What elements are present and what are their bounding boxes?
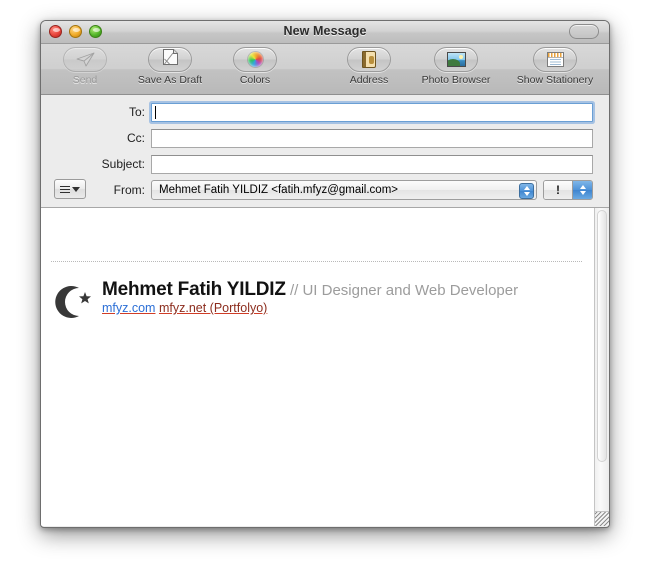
address-button-face [347, 47, 391, 72]
to-input[interactable] [151, 102, 593, 122]
priority-label: ! [544, 181, 573, 199]
toolbar: Send Save As Draft Colors Address Photo … [41, 44, 609, 95]
save-as-draft-button-label: Save As Draft [137, 74, 203, 86]
send-icon [76, 52, 95, 67]
photo-browser-button-label: Photo Browser [421, 74, 491, 86]
subject-row: Subject: [41, 153, 609, 175]
address-book-icon [362, 51, 376, 68]
to-label: To: [128, 105, 145, 119]
cc-label: Cc: [127, 131, 145, 145]
from-select-value: Mehmet Fatih YILDIZ <fatih.mfyz@gmail.co… [159, 184, 398, 196]
window-title: New Message [283, 24, 367, 38]
header-fields-menu-button[interactable] [54, 179, 86, 199]
new-message-window: New Message Send Save As Draft Colors Ad… [40, 20, 610, 528]
save-as-draft-button-face [148, 47, 192, 72]
signature-tagline: // UI Designer and Web Developer [289, 282, 519, 299]
window-titlebar[interactable]: New Message [41, 21, 609, 44]
photo-browser-icon [446, 52, 466, 67]
subject-input[interactable] [151, 154, 593, 174]
message-body-area: Mehmet Fatih YILDIZ // UI Designer and W… [41, 208, 609, 526]
address-button-label: Address [349, 74, 389, 86]
from-row: From: Mehmet Fatih YILDIZ <fatih.mfyz@gm… [41, 179, 609, 201]
signature-text: Mehmet Fatih YILDIZ // UI Designer and W… [102, 280, 518, 316]
email-signature: Mehmet Fatih YILDIZ // UI Designer and W… [49, 280, 584, 327]
signature-links: mfyz.com mfyz.net (Portfolyo) [102, 301, 518, 316]
stationery-icon [546, 52, 564, 67]
colors-button-label: Colors [239, 74, 271, 86]
save-as-draft-button[interactable]: Save As Draft [127, 47, 213, 86]
window-resize-grip[interactable] [594, 511, 609, 526]
address-button[interactable]: Address [335, 47, 403, 86]
arrow-down-icon [523, 191, 530, 196]
save-draft-icon [162, 48, 179, 71]
send-button-label: Send [72, 74, 98, 86]
arrow-down-icon [579, 191, 586, 195]
toolbar-toggle-button[interactable] [569, 24, 599, 39]
show-stationery-button-label: Show Stationery [516, 74, 594, 86]
cc-row: Cc: [41, 127, 609, 149]
from-select[interactable]: Mehmet Fatih YILDIZ <fatih.mfyz@gmail.co… [151, 180, 537, 200]
send-button[interactable]: Send [51, 47, 119, 86]
text-caret [155, 105, 156, 119]
chevron-down-icon [72, 186, 80, 192]
colors-icon [247, 52, 263, 67]
signature-name: Mehmet Fatih YILDIZ [102, 279, 286, 300]
show-stationery-button[interactable]: Show Stationery [509, 47, 601, 86]
priority-control[interactable]: ! [543, 180, 593, 200]
cc-input[interactable] [151, 128, 593, 148]
colors-button[interactable]: Colors [221, 47, 289, 86]
colors-button-face [233, 47, 277, 72]
crescent-moon-star-icon [49, 282, 93, 327]
photo-browser-button[interactable]: Photo Browser [413, 47, 499, 86]
signature-separator [51, 261, 582, 262]
toolbar-left-group: Send Save As Draft Colors [51, 47, 289, 86]
arrow-up-icon [523, 185, 530, 190]
send-button-face [63, 47, 107, 72]
signature-link-mfyz-com[interactable]: mfyz.com [102, 301, 155, 315]
priority-stepper[interactable] [573, 181, 592, 199]
hamburger-menu-icon [60, 185, 70, 193]
scrollbar-thumb[interactable] [597, 210, 607, 462]
message-headers: To: Cc: Subject: From: Mehmet Fatih YILD… [41, 95, 609, 208]
subject-label: Subject: [101, 157, 145, 171]
signature-link-mfyz-net[interactable]: mfyz.net (Portfolyo) [159, 301, 267, 315]
body-scrollbar[interactable] [594, 208, 609, 526]
toolbar-right-group: Address Photo Browser Show Stationery [335, 47, 601, 86]
from-select-stepper-icon [519, 182, 534, 199]
show-stationery-button-face [533, 47, 577, 72]
arrow-up-icon [579, 185, 586, 189]
compose-text-area[interactable]: Mehmet Fatih YILDIZ // UI Designer and W… [41, 208, 594, 526]
to-row: To: [41, 101, 609, 123]
photo-browser-button-face [434, 47, 478, 72]
